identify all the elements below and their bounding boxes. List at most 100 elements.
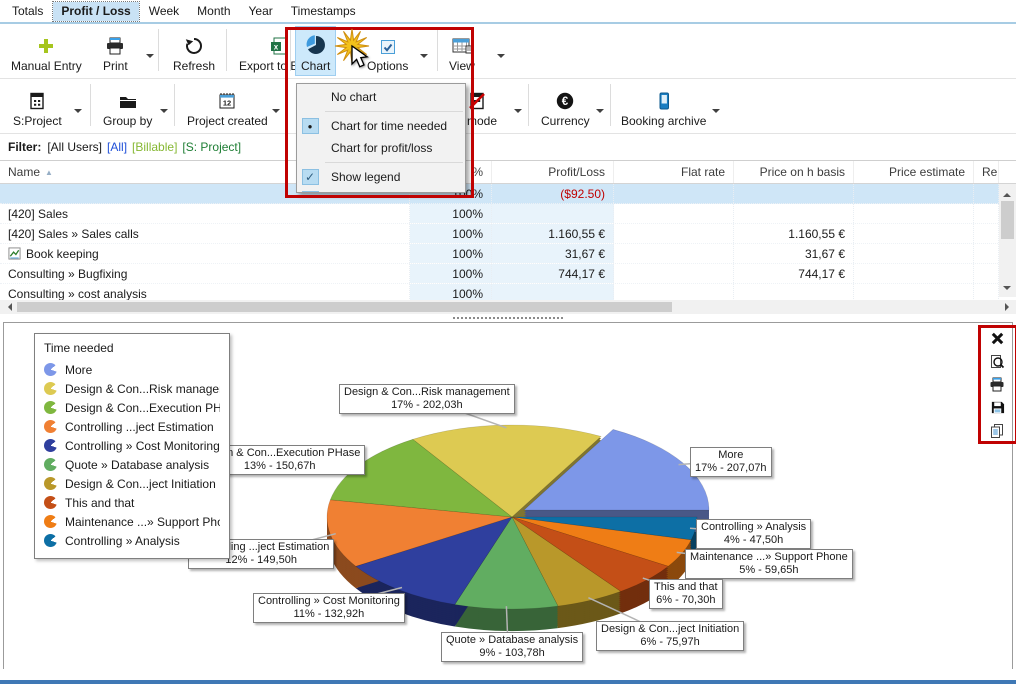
filter-token-billable[interactable]: [Billable]: [132, 140, 177, 154]
project-field-dropdown-arrow[interactable]: [74, 109, 82, 117]
pie-chart-icon: [305, 34, 327, 56]
toolbar-separator: [437, 29, 438, 71]
profit-loss-cell: [492, 204, 614, 223]
scroll-up-icon[interactable]: [1003, 189, 1011, 197]
copy-icon[interactable]: [987, 422, 1007, 439]
legend-pie-swatch: [44, 439, 57, 452]
tab-timestamps[interactable]: Timestamps: [283, 2, 364, 21]
legend-title: Time needed: [44, 341, 220, 355]
table-row[interactable]: [420] Sales » Sales calls100%1.160,55 €1…: [0, 224, 1016, 244]
cell-value: Book keeping: [26, 247, 99, 261]
chart-toolbar: [985, 330, 1009, 439]
group-by-button[interactable]: Group by: [98, 82, 157, 130]
calculator-grid-icon: [28, 89, 46, 111]
column-header-price-estimate[interactable]: Price estimate: [854, 161, 974, 183]
horizontal-scrollbar[interactable]: [0, 300, 1016, 314]
tab-profit-loss[interactable]: Profit / Loss: [53, 2, 138, 21]
percent-cell: 100%: [410, 264, 492, 283]
column-header-profit-loss[interactable]: Profit/Loss: [492, 161, 614, 183]
booking-archive-dropdown-arrow[interactable]: [712, 109, 720, 117]
calendar-icon: 12: [217, 89, 237, 111]
tab-week[interactable]: Week: [141, 2, 187, 21]
cell-value: ($92.50): [560, 187, 605, 201]
vertical-scrollbar-thumb[interactable]: [1001, 201, 1014, 239]
filter-token-all[interactable]: [All]: [107, 140, 127, 154]
table-row[interactable]: Consulting » Bugfixing100%744,17 €744,17…: [0, 264, 1016, 284]
manual-entry-button[interactable]: Manual Entry: [6, 27, 87, 75]
legend-item-label: Controlling » Analysis: [65, 534, 180, 548]
tab-month[interactable]: Month: [189, 2, 238, 21]
legend-item-maintenance-support-phone: Maintenance ...» Support Phone: [44, 512, 220, 531]
refresh-button[interactable]: Refresh: [168, 27, 220, 75]
project-created-label: Project created: [187, 114, 268, 128]
currency-label: Currency: [541, 114, 590, 128]
column-header-price-on-h-basis[interactable]: Price on h basis: [734, 161, 854, 183]
currency-dropdown-arrow[interactable]: [596, 109, 604, 117]
view-dropdown-arrow[interactable]: [497, 54, 505, 62]
scroll-right-icon[interactable]: [1005, 303, 1013, 311]
toolbar-separator: [290, 29, 291, 71]
table-view-icon: [451, 34, 473, 56]
scroll-left-icon[interactable]: [4, 303, 12, 311]
tab-totals[interactable]: Totals: [4, 2, 51, 21]
svg-text:x: x: [274, 43, 279, 52]
legend-item-label: More: [65, 363, 92, 377]
tab-year[interactable]: Year: [241, 2, 281, 21]
save-icon[interactable]: [987, 399, 1007, 416]
print-button[interactable]: Print: [98, 27, 133, 75]
menu-item-3d-view[interactable]: ✓3D-View: [297, 188, 465, 193]
project-created-dropdown-arrow[interactable]: [272, 109, 280, 117]
filter-token-s-project[interactable]: [S: Project]: [182, 140, 241, 154]
view-button[interactable]: View: [444, 27, 480, 75]
close-icon[interactable]: [987, 330, 1007, 347]
booking-archive-button[interactable]: Booking archive: [616, 82, 711, 130]
toolbar-separator: [610, 84, 611, 126]
sort-ascending-icon: ▲: [45, 168, 53, 177]
cell-value: 100%: [452, 267, 483, 281]
menu-item-show-legend[interactable]: ✓Show legend: [297, 166, 465, 188]
scroll-down-icon[interactable]: [1003, 286, 1011, 294]
checkmark-icon: ✓: [305, 192, 315, 193]
plus-icon: [36, 34, 56, 56]
legend-pie-swatch: [44, 363, 57, 376]
menu-item-label: No chart: [323, 90, 376, 104]
menu-item-no-chart[interactable]: No chart: [297, 86, 465, 108]
chart-button[interactable]: Chart: [296, 27, 335, 75]
legend-item-label: Maintenance ...» Support Phone: [65, 515, 220, 529]
column-header-flat-rate[interactable]: Flat rate: [614, 161, 734, 183]
mode-dropdown-arrow[interactable]: [514, 109, 522, 117]
legend-item-controlling-ject-estimation: Controlling ...ject Estimation: [44, 417, 220, 436]
window-bottom-border: [0, 680, 1016, 684]
check-box: ✓: [302, 169, 319, 185]
project-field-button[interactable]: S:Project: [8, 82, 67, 130]
group-by-dropdown-arrow[interactable]: [160, 109, 168, 117]
print-preview-icon[interactable]: [987, 353, 1007, 370]
legend-item-label: This and that: [65, 496, 134, 510]
print-icon[interactable]: [987, 376, 1007, 393]
legend-pie-swatch: [44, 477, 57, 490]
options-dropdown-arrow[interactable]: [420, 54, 428, 62]
vertical-scrollbar[interactable]: [999, 184, 1016, 297]
pie-label-value: 5% - 59,65h: [690, 564, 848, 577]
menu-item-chart-for-profit-loss[interactable]: Chart for profit/loss: [297, 137, 465, 159]
table-row[interactable]: [420] Sales100%: [0, 204, 1016, 224]
price-on-h-cell: 31,67 €: [734, 244, 854, 263]
toolbar-separator: [226, 29, 227, 71]
print-dropdown-arrow[interactable]: [146, 54, 154, 62]
splitter-handle[interactable]: [0, 314, 1016, 322]
name-cell: Book keeping: [0, 244, 410, 263]
chart-legend: Time needed MoreDesign & Con...Risk mana…: [34, 333, 230, 559]
menu-item-chart-for-time-needed[interactable]: ●Chart for time needed: [297, 115, 465, 137]
filter-token-all-users[interactable]: [All Users]: [47, 140, 102, 154]
table-row[interactable]: Book keeping100%31,67 €31,67 €: [0, 244, 1016, 264]
pie-label-name: Quote » Database analysis: [446, 634, 578, 647]
horizontal-scrollbar-thumb[interactable]: [17, 302, 672, 312]
column-header-reim[interactable]: Reim: [974, 161, 999, 183]
currency-button[interactable]: € Currency: [536, 82, 595, 130]
table-row[interactable]: 100%($92.50): [0, 184, 1016, 204]
menu-item-label: Chart for profit/loss: [323, 141, 432, 155]
options-button[interactable]: Options: [362, 27, 413, 75]
toolbar-separator: [528, 84, 529, 126]
reimbursement-cell: [974, 264, 999, 283]
project-created-button[interactable]: 12 Project created: [182, 82, 273, 130]
